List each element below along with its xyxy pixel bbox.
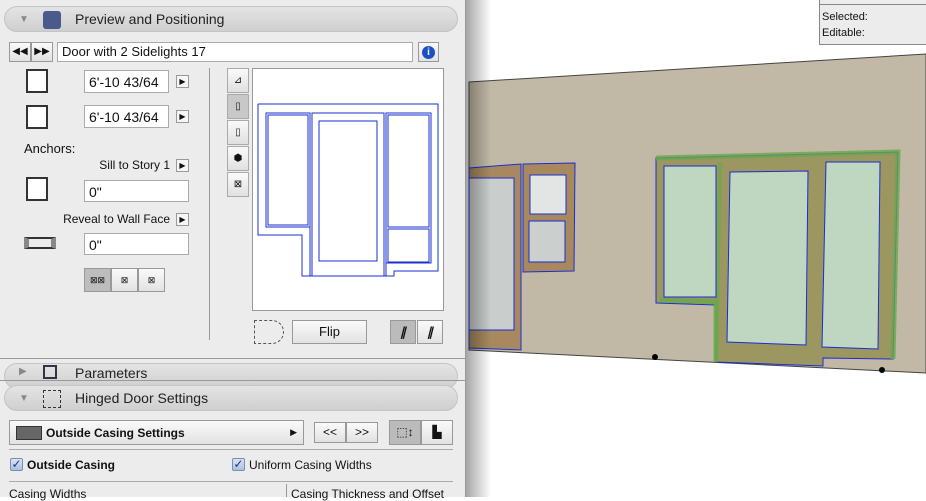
expand-triangle-icon: ▶ (19, 366, 27, 377)
width-field[interactable]: 6'-10 43/64 (84, 70, 169, 93)
view-tab-side[interactable]: ▯ (227, 120, 249, 145)
outside-casing-checkbox[interactable]: ✓ (10, 458, 23, 471)
casing-size-view-button[interactable]: ⬚↕ (389, 420, 421, 445)
casing-thickness-label: Casing Thickness and Offset (291, 487, 444, 501)
view-tab-plan[interactable]: ⊿ (227, 68, 249, 93)
editable-label: Editable: (822, 27, 865, 39)
sill-anchor-menu-button[interactable]: ▶ (176, 159, 189, 172)
reveal-icon (24, 237, 56, 249)
3d-view[interactable]: Selected: Editable: (466, 0, 926, 497)
door-preview-drawing (257, 103, 439, 277)
door-icon (43, 11, 61, 29)
sill-icon (26, 177, 48, 201)
info-icon: i (422, 46, 435, 59)
opening-side-left-button[interactable]: ∥ (390, 320, 416, 344)
panel-title: Hinged Door Settings (75, 390, 209, 406)
reveal-anchor-menu-button[interactable]: ▶ (176, 213, 189, 226)
opening-side-right-button[interactable]: ∥ (417, 320, 443, 344)
outside-casing-label: Outside Casing (27, 458, 116, 472)
anchor-mode-left-button[interactable]: ⊠ (111, 268, 138, 292)
panel-title: Parameters (75, 365, 148, 381)
collapse-triangle-icon: ▼ (19, 14, 29, 25)
casing-widths-label: Casing Widths (9, 487, 87, 501)
hinged-panel-header[interactable]: ▼ Hinged Door Settings (4, 385, 458, 411)
flip-direction-icon (254, 320, 284, 344)
anchor-mode-both-button[interactable]: ⊠⊠ (84, 268, 111, 292)
anchor-mode-right-button[interactable]: ⊠ (138, 268, 165, 292)
height-field[interactable]: 6'-10 43/64 (84, 105, 169, 128)
parameters-icon (43, 365, 57, 379)
object-name-field[interactable]: Door with 2 Sidelights 17 (57, 42, 413, 62)
casing-icon (16, 426, 42, 440)
settings-list-icon (43, 390, 61, 408)
view-tab-elevation[interactable]: ▯ (227, 94, 249, 119)
settings-panel: ▼ Preview and Positioning ◀◀ ▶▶ Door wit… (0, 0, 466, 501)
elevation-drawing (466, 0, 926, 497)
divider (209, 68, 210, 340)
panel-title: Preview and Positioning (75, 11, 225, 27)
previous-object-button[interactable]: ◀◀ (9, 42, 31, 62)
info-button[interactable]: i (418, 42, 439, 62)
anchors-label: Anchors: (24, 141, 76, 156)
sill-anchor-label: Sill to Story 1 (99, 158, 170, 172)
flip-button[interactable]: Flip (292, 320, 367, 344)
view-tab-3d[interactable]: ⬢ (227, 146, 249, 171)
preview-panel-header[interactable]: ▼ Preview and Positioning (4, 6, 458, 32)
previous-page-button[interactable]: << (314, 422, 346, 443)
page-select-dropdown[interactable]: Outside Casing Settings ▶ (9, 420, 304, 445)
width-menu-button[interactable]: ▶ (176, 75, 189, 88)
dropdown-arrow-icon: ▶ (290, 427, 297, 437)
next-object-button[interactable]: ▶▶ (31, 42, 53, 62)
height-menu-button[interactable]: ▶ (176, 110, 189, 123)
page-select-value: Outside Casing Settings (46, 426, 185, 440)
collapse-triangle-icon: ▼ (19, 393, 29, 404)
uniform-widths-label: Uniform Casing Widths (249, 458, 372, 472)
info-box: Selected: Editable: (819, 0, 926, 45)
reveal-anchor-label: Reveal to Wall Face (63, 212, 170, 226)
selected-label: Selected: (822, 11, 868, 23)
next-page-button[interactable]: >> (346, 422, 378, 443)
casing-material-view-button[interactable]: ▙ (421, 420, 453, 445)
width-icon (26, 69, 48, 93)
preview-box (252, 68, 444, 311)
sill-value-field[interactable]: 0" (84, 180, 189, 202)
view-tab-section[interactable]: ⊠ (227, 172, 249, 197)
uniform-widths-checkbox[interactable]: ✓ (232, 458, 245, 471)
height-icon (26, 105, 48, 129)
reveal-value-field[interactable]: 0" (84, 233, 189, 255)
